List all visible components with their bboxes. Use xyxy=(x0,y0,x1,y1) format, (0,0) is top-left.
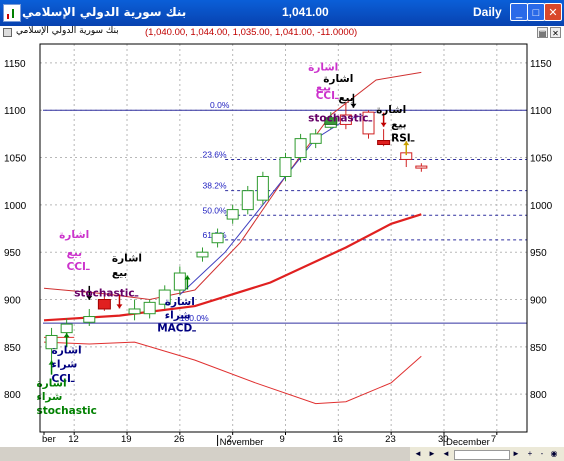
y-tick-label-left: 1000 xyxy=(4,201,27,212)
fit-icon[interactable]: ◉ xyxy=(548,448,560,460)
signal-annotation: CCIـ xyxy=(316,90,339,102)
signal-annotation: stochastic xyxy=(36,405,96,417)
signal-annotation: اشارة xyxy=(59,229,89,241)
minimize-button[interactable]: _ xyxy=(510,3,528,21)
page-right-icon[interactable]: ► xyxy=(510,448,522,460)
window-title: بنك سورية الدولي الإسلامي xyxy=(22,5,187,19)
candle-body xyxy=(226,209,239,220)
maximize-button[interactable]: □ xyxy=(527,3,545,21)
fib-level-label: 38.2% xyxy=(202,181,227,191)
signal-annotation: stochasticـ xyxy=(74,288,138,300)
signal-annotation: شراء xyxy=(52,359,78,371)
candle-body xyxy=(279,157,292,177)
y-tick-label-right: 900 xyxy=(530,296,547,307)
candle-body xyxy=(128,308,141,315)
y-tick-label-left: 1100 xyxy=(4,106,26,117)
signal-annotation: بيع xyxy=(112,267,127,279)
security-name: بنك سورية الدولي الإسلامي xyxy=(16,26,119,36)
zoom-out-icon[interactable]: - xyxy=(536,448,548,460)
y-tick-label-left: 800 xyxy=(4,390,21,401)
app-chart-icon[interactable] xyxy=(3,4,21,22)
signal-annotation: اشارة xyxy=(308,61,338,73)
x-tick-label: 7 xyxy=(491,434,496,445)
candle-body xyxy=(83,316,96,323)
month-label: November xyxy=(220,437,264,447)
zoom-in-icon[interactable]: + xyxy=(524,448,536,460)
scroll-left-icon[interactable]: ◄ xyxy=(412,448,424,460)
signal-annotation: بيع xyxy=(67,247,82,259)
signal-annotation: بيع xyxy=(338,92,353,104)
candle-body xyxy=(196,251,209,258)
y-tick-label-left: 1050 xyxy=(4,154,27,165)
signal-annotation: CCIـ xyxy=(67,261,90,273)
month-label: December xyxy=(446,437,490,447)
period-label: Daily xyxy=(473,5,502,19)
y-tick-label-right: 1000 xyxy=(530,201,553,212)
candle-body xyxy=(241,190,254,211)
candle-body xyxy=(60,323,73,334)
y-tick-label-right: 800 xyxy=(530,390,547,401)
x-tick-label: 16 xyxy=(332,434,343,445)
chart-toggle-icon[interactable] xyxy=(3,28,12,37)
y-tick-label-left: 950 xyxy=(4,248,21,259)
scroll-track[interactable] xyxy=(454,450,510,460)
signal-annotation: اشارة xyxy=(165,296,195,308)
fib-level-label: 0.0% xyxy=(210,100,230,110)
x-tick-label: 12 xyxy=(68,434,79,445)
candle-body xyxy=(294,138,307,159)
y-tick-label-left: 900 xyxy=(4,296,21,307)
signal-annotation: اشارة xyxy=(376,104,406,116)
y-tick-label-right: 1050 xyxy=(530,154,553,165)
chart-background xyxy=(0,40,564,447)
close-button[interactable]: ✕ xyxy=(544,3,562,21)
signal-annotation: اشارة xyxy=(112,253,142,265)
x-tick-label: 26 xyxy=(174,434,185,445)
title-bar: بنك سورية الدولي الإسلامي 1,041.00 Daily… xyxy=(0,0,564,26)
fib-level-label: 50.0% xyxy=(202,205,227,215)
pane-close-button[interactable]: ✕ xyxy=(550,27,561,38)
fib-level-label: 23.6% xyxy=(202,149,227,159)
y-tick-label-right: 1150 xyxy=(530,59,552,70)
x-tick-label: 23 xyxy=(385,434,396,445)
candle-body xyxy=(173,272,186,291)
signal-annotation: stochasticـ xyxy=(308,113,372,125)
candle-body xyxy=(309,133,322,144)
chart-navigation-bar: ◄ ► ◄ ► + - ◉ xyxy=(410,447,564,461)
candle-body xyxy=(211,232,224,244)
candle-body xyxy=(256,175,269,201)
signal-annotation: شراء xyxy=(165,309,191,321)
y-tick-label-right: 1100 xyxy=(530,106,552,117)
ohlc-readout: (1,040.00, 1,044.00, 1,035.00, 1,041.00,… xyxy=(145,27,358,38)
y-tick-label-left: 1150 xyxy=(4,59,26,70)
candle-body xyxy=(415,165,428,169)
signal-annotation: MACDـ xyxy=(157,323,196,335)
y-tick-label-left: 850 xyxy=(4,343,21,354)
page-left-icon[interactable]: ◄ xyxy=(440,448,452,460)
x-tick-label: 9 xyxy=(280,434,285,445)
x-tick-label: ber xyxy=(42,434,56,445)
candle-body xyxy=(143,301,156,315)
y-tick-label-right: 950 xyxy=(530,248,547,259)
signal-annotation: اشارة xyxy=(323,73,353,85)
y-tick-label-right: 850 xyxy=(530,343,547,354)
sell-rsi-candle xyxy=(377,140,391,146)
sell-signal-candle xyxy=(97,299,111,310)
info-bar: بنك سورية الدولي الإسلامي (1,040.00, 1,0… xyxy=(0,26,564,41)
pane-menu-button[interactable]: ▤ xyxy=(537,27,548,38)
scroll-right-icon[interactable]: ► xyxy=(426,448,438,460)
signal-annotation: اشارة xyxy=(36,378,66,390)
x-tick-label: 19 xyxy=(121,434,132,445)
signal-annotation: اشارة xyxy=(52,344,82,356)
price-chart[interactable]: 0.0%23.6%38.2%50.0%61.8%100.0% اشارةبيعا… xyxy=(0,40,564,447)
signal-annotation: RSIـ xyxy=(391,132,415,144)
signal-annotation: بيع xyxy=(391,118,406,130)
last-price: 1,041.00 xyxy=(282,5,329,19)
